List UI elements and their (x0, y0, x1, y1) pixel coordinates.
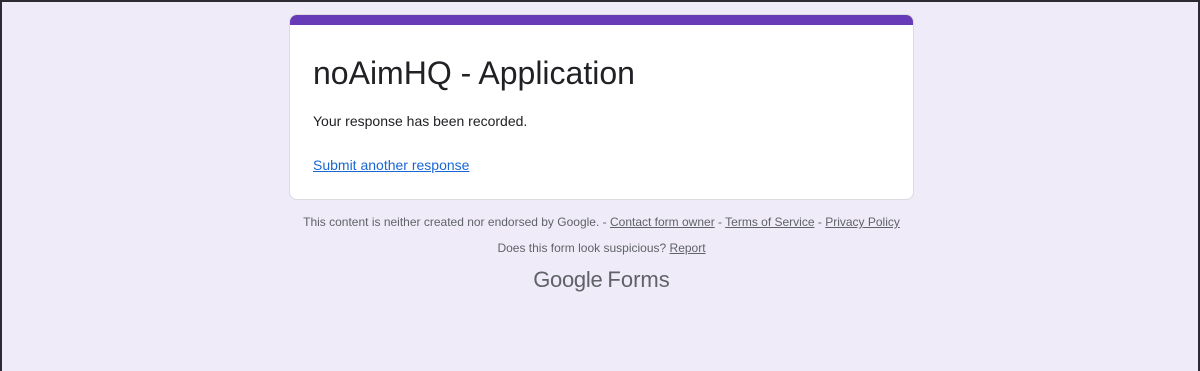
confirmation-message: Your response has been recorded. (313, 113, 528, 129)
page-container: noAimHQ - Application Your response has … (289, 14, 914, 292)
footer-separator: - (714, 215, 726, 229)
google-forms-logo[interactable]: Google Forms (289, 267, 914, 292)
google-wordmark: Google (533, 267, 603, 292)
footer-disclaimer-line: This content is neither created nor endo… (289, 214, 914, 230)
footer-disclaimer: This content is neither created nor endo… (303, 215, 600, 229)
terms-of-service-link[interactable]: Terms of Service (725, 215, 814, 229)
privacy-policy-link[interactable]: Privacy Policy (825, 215, 900, 229)
report-link[interactable]: Report (670, 241, 706, 255)
card-accent-bar (290, 15, 913, 25)
confirmation-card: noAimHQ - Application Your response has … (289, 14, 914, 200)
footer-separator: - (814, 215, 826, 229)
form-title: noAimHQ - Application (313, 55, 635, 91)
footer: This content is neither created nor endo… (289, 214, 914, 292)
footer-separator: - (599, 215, 610, 229)
submit-another-response-link[interactable]: Submit another response (313, 155, 469, 175)
footer-report-line: Does this form look suspicious? Report (289, 240, 914, 256)
page-body: { "form": { "title": "noAimHQ - Applicat… (0, 0, 1200, 371)
forms-wordmark: Forms (607, 267, 670, 292)
suspicious-question: Does this form look suspicious? (497, 241, 667, 255)
contact-form-owner-link[interactable]: Contact form owner (610, 215, 715, 229)
card-body: noAimHQ - Application Your response has … (290, 25, 913, 199)
